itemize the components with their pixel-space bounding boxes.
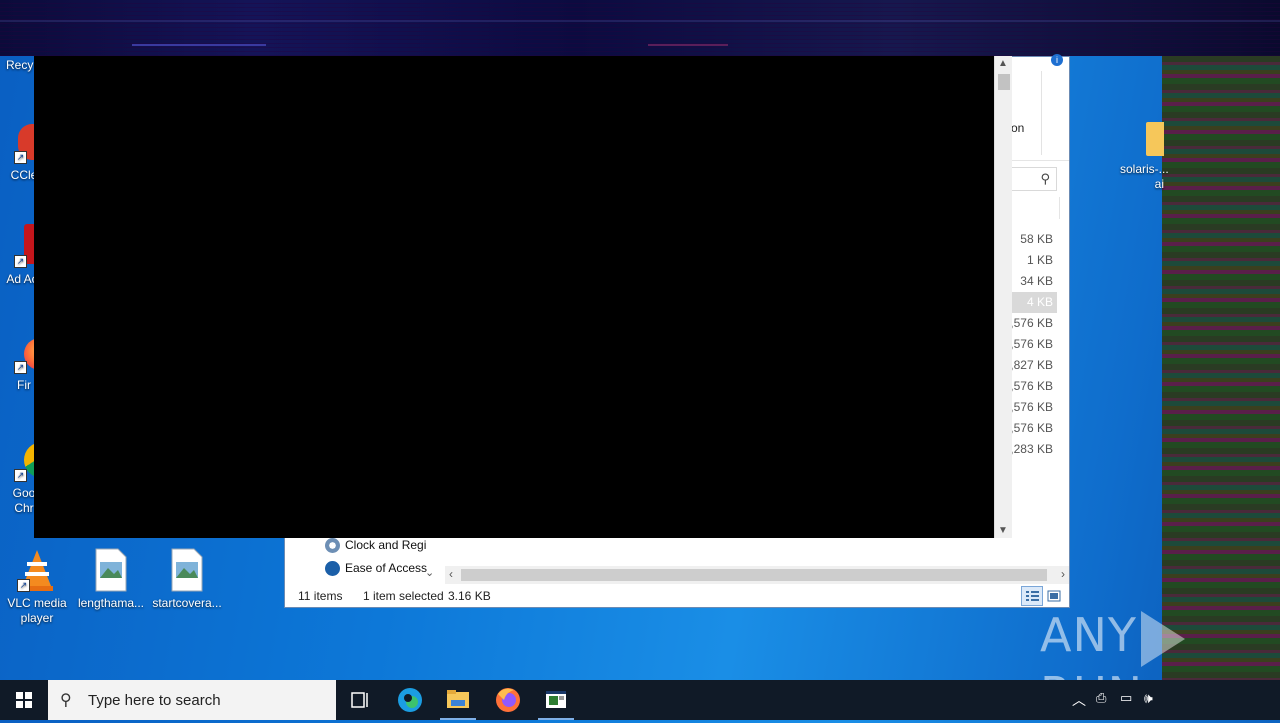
glitched-right-region (1162, 56, 1280, 680)
desktop-icon-lengthama[interactable]: lengthama... (74, 548, 148, 611)
taskbar: ⚲ Type here to search ︿ ⎙ ▭ 🕪 (0, 680, 1280, 720)
image-file-icon (91, 548, 131, 592)
search-placeholder: Type here to search (88, 692, 221, 709)
shortcut-arrow-icon: ↗ (14, 151, 27, 164)
nav-item-label: Clock and Regi (345, 538, 427, 552)
desktop-icon-vlc[interactable]: ↗ VLC media player (0, 548, 74, 626)
desktop-icon-label: Fir (17, 378, 31, 392)
scroll-down-icon[interactable]: ▼ (998, 525, 1008, 536)
windows-logo-icon (16, 692, 32, 708)
ribbon-separator (1041, 71, 1042, 155)
desktop-icon-solaris-folder[interactable]: solaris-... ai (1120, 118, 1169, 192)
file-explorer-button[interactable] (434, 680, 482, 720)
column-divider (1059, 197, 1060, 219)
task-view-button[interactable] (336, 680, 384, 720)
status-item-count: 11 items (298, 589, 343, 603)
horizontal-scrollbar[interactable]: ‹ › (445, 566, 1069, 584)
status-bar: 11 items 1 item selected 3.16 KB (285, 585, 1069, 607)
vertical-scrollbar[interactable]: ▲ ▼ (994, 56, 1012, 538)
status-selected-size: 3.16 KB (448, 589, 491, 603)
desktop-icon-label: Recy (6, 58, 34, 72)
details-view-button[interactable] (1021, 586, 1043, 606)
folder-icon (1134, 118, 1164, 158)
nav-item-label: Ease of Access (345, 561, 428, 575)
search-icon: ⚲ (60, 692, 72, 709)
help-icon[interactable]: i (1051, 54, 1063, 66)
scroll-right-icon[interactable]: › (1061, 567, 1065, 581)
app-window-button[interactable] (532, 680, 580, 720)
desktop-icon-label: lengthama... (77, 596, 145, 610)
play-logo-icon (1140, 610, 1185, 667)
edge-button[interactable] (386, 680, 434, 720)
scrollbar-thumb[interactable] (461, 569, 1047, 581)
firefox-icon (496, 688, 520, 712)
taskbar-search-box[interactable]: ⚲ Type here to search (48, 680, 336, 720)
device-icon[interactable]: ⎙ (1096, 690, 1106, 706)
scrollbar-thumb[interactable] (998, 74, 1010, 90)
clock-icon (325, 538, 340, 553)
search-icon: ⚲ (1040, 171, 1050, 186)
black-content-window[interactable]: ▲ ▼ (34, 56, 1012, 538)
scroll-left-icon[interactable]: ‹ (449, 567, 453, 581)
app-window-icon (546, 691, 566, 708)
desktop-icon-label: startcovera... (152, 596, 222, 610)
status-selected-count: 1 item selected (363, 589, 444, 603)
shortcut-arrow-icon: ↗ (14, 361, 27, 374)
desktop-icon-startcovera[interactable]: startcovera... (150, 548, 224, 611)
shortcut-arrow-icon: ↗ (14, 255, 27, 268)
watermark-left: ANY (1040, 608, 1137, 662)
glitched-top-region (0, 0, 1280, 56)
file-explorer-icon (447, 690, 469, 708)
desktop-icon-label: VLC media player (7, 596, 67, 625)
desktop-icon-label: Goo Chr (12, 486, 36, 515)
desktop-icon-label: solaris-... ai (1120, 162, 1169, 191)
firefox-taskbar-button[interactable] (484, 680, 532, 720)
large-icons-view-button[interactable] (1043, 586, 1065, 606)
task-view-icon (351, 692, 368, 708)
volume-icon[interactable]: 🕪 (1144, 690, 1153, 707)
start-button[interactable] (0, 680, 48, 720)
nav-item-ease-of-access[interactable]: Ease of Access (325, 557, 428, 579)
nav-scroll-down-icon[interactable]: ⌄ (425, 566, 434, 579)
show-hidden-icons-chevron-icon[interactable]: ︿ (1072, 690, 1086, 710)
shortcut-arrow-icon: ↗ (14, 469, 27, 482)
shortcut-arrow-icon: ↗ (17, 579, 30, 592)
image-file-icon (167, 548, 207, 592)
ease-of-access-icon (325, 561, 340, 576)
vlc-icon: ↗ (17, 548, 57, 592)
scroll-up-icon[interactable]: ▲ (998, 58, 1008, 69)
network-icon[interactable]: ▭ (1120, 690, 1132, 706)
edge-icon (398, 688, 422, 712)
